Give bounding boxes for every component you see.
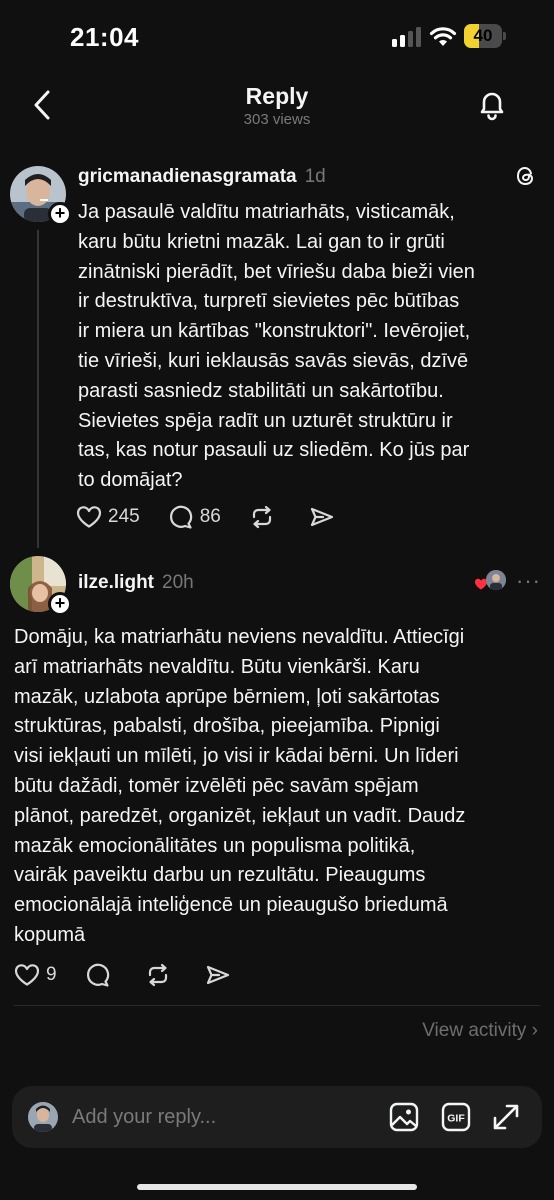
- post-line: Ja pasaulē valdītu matriarhāts, visticam…: [78, 201, 455, 223]
- reply-line: emocionālajā inteliģencē un pieaugušo br…: [14, 894, 448, 917]
- follow-plus-button[interactable]: +: [48, 592, 72, 616]
- heart-icon: [76, 506, 102, 528]
- bell-icon[interactable]: [476, 88, 508, 122]
- wifi-icon: [429, 27, 457, 46]
- image-icon[interactable]: [388, 1101, 420, 1133]
- reply-line: Domāju, ka matriarhātu neviens nevaldītu…: [14, 626, 465, 648]
- divider: [14, 1005, 540, 1006]
- comment-icon: [169, 505, 192, 529]
- cellular-signal-icon: [392, 27, 421, 47]
- expand-icon[interactable]: [490, 1101, 522, 1133]
- follow-plus-button[interactable]: +: [48, 202, 72, 226]
- reply-share-button[interactable]: [205, 963, 237, 987]
- reply-actions: 9: [14, 959, 265, 991]
- post-time-ago: 1d: [304, 166, 326, 187]
- post-line: parasti sasniedz stabilitāti un sakārtot…: [78, 379, 444, 402]
- post-line: ir miera un kārtības "konstruktori". Iev…: [78, 320, 471, 343]
- reply-time-ago: 20h: [162, 572, 194, 593]
- repost-icon: [148, 963, 167, 987]
- header: Reply 303 views: [0, 70, 554, 140]
- post-line: karu būtu krietni mazāk. Lai gan to ir g…: [78, 230, 445, 253]
- post-line: ir destruktīva, turpretī sievietes pēc b…: [78, 290, 460, 313]
- reply-comment-button[interactable]: [85, 963, 117, 987]
- share-icon: [310, 507, 333, 527]
- post-line: to domājat?: [78, 469, 183, 492]
- threads-logo-icon[interactable]: [514, 164, 538, 188]
- post-line: tie vīrieši, kuri ieklausās savās sievās…: [78, 349, 469, 372]
- svg-text:GIF: GIF: [447, 1113, 465, 1125]
- reply-line: mazāk emocionālitātes un populisma polit…: [14, 834, 416, 857]
- reply-like-count: 9: [46, 964, 57, 985]
- reply-username[interactable]: ilze.light: [78, 572, 154, 593]
- like-count: 245: [108, 506, 140, 527]
- status-bar: 21:04 40: [0, 0, 554, 70]
- more-options-button[interactable]: ···: [516, 568, 541, 594]
- liked-by-author-avatar: [486, 570, 506, 590]
- post-actions: 245 86: [76, 501, 369, 533]
- reply-line: struktūras, pabalsti, drošība, pieejamīb…: [14, 715, 440, 738]
- post-line: tas, kas notur pasauli uz sliedēm. Ko jū…: [78, 439, 470, 462]
- post-username[interactable]: gricmanadienasgramata: [78, 166, 297, 187]
- share-button[interactable]: [309, 505, 341, 529]
- comment-count: 86: [199, 506, 221, 527]
- reply-line: vairāk paveiktu darbu un rezultātu. Piea…: [14, 864, 426, 887]
- post-line: Sievietes spēja radīt un uzturēt struktū…: [78, 409, 453, 432]
- reply-repost-button[interactable]: [145, 963, 177, 987]
- reply-line: mazāk, uzlabota aprūpe bērniem, ļoti sak…: [14, 685, 440, 708]
- reply-line: būtu dažādi, tomēr izvēlēti pēc savām sp…: [14, 774, 419, 797]
- share-icon: [206, 965, 229, 985]
- battery-level: 40: [473, 26, 493, 45]
- home-indicator[interactable]: [137, 1184, 417, 1190]
- page-title: Reply: [245, 83, 309, 109]
- comment-icon: [86, 963, 109, 987]
- post-author-name[interactable]: gricmanadienasgramata 1d: [78, 166, 326, 188]
- reply-line: plānot, paredzēt, organizēt, iekļaut un …: [14, 804, 466, 827]
- reply-body: Domāju, ka matriarhātu neviens nevaldītu…: [14, 623, 544, 951]
- heart-icon: [14, 964, 40, 986]
- view-activity-link[interactable]: View activity ›: [422, 1020, 538, 1042]
- thread-connector-line: [37, 230, 39, 548]
- gif-icon[interactable]: GIF: [440, 1101, 472, 1133]
- view-count: 303 views: [243, 111, 311, 128]
- repost-button[interactable]: [249, 505, 281, 529]
- battery-indicator: 40: [464, 24, 506, 48]
- post-body: Ja pasaulē valdītu matriarhāts, visticam…: [78, 198, 540, 496]
- reply-author-name[interactable]: ilze.light 20h: [78, 572, 194, 594]
- comment-button[interactable]: 86: [168, 505, 221, 529]
- reply-line: kopumā: [14, 923, 86, 946]
- post-line: zinātniski pierādīt, bet vīriešu daba bi…: [78, 260, 475, 283]
- like-button[interactable]: 245: [76, 505, 140, 529]
- reply-line: visi iekļauti un mīlēti, jo visi ir kāda…: [14, 745, 459, 768]
- reply-composer: GIF: [12, 1086, 542, 1148]
- reply-input[interactable]: [72, 1086, 372, 1148]
- current-user-avatar: [28, 1102, 58, 1132]
- reply-line: arī matriarhāts nevaldītu. Būtu vienkārš…: [14, 655, 420, 678]
- status-time: 21:04: [70, 22, 139, 52]
- reply-like-button[interactable]: 9: [14, 963, 57, 987]
- repost-icon: [252, 505, 271, 529]
